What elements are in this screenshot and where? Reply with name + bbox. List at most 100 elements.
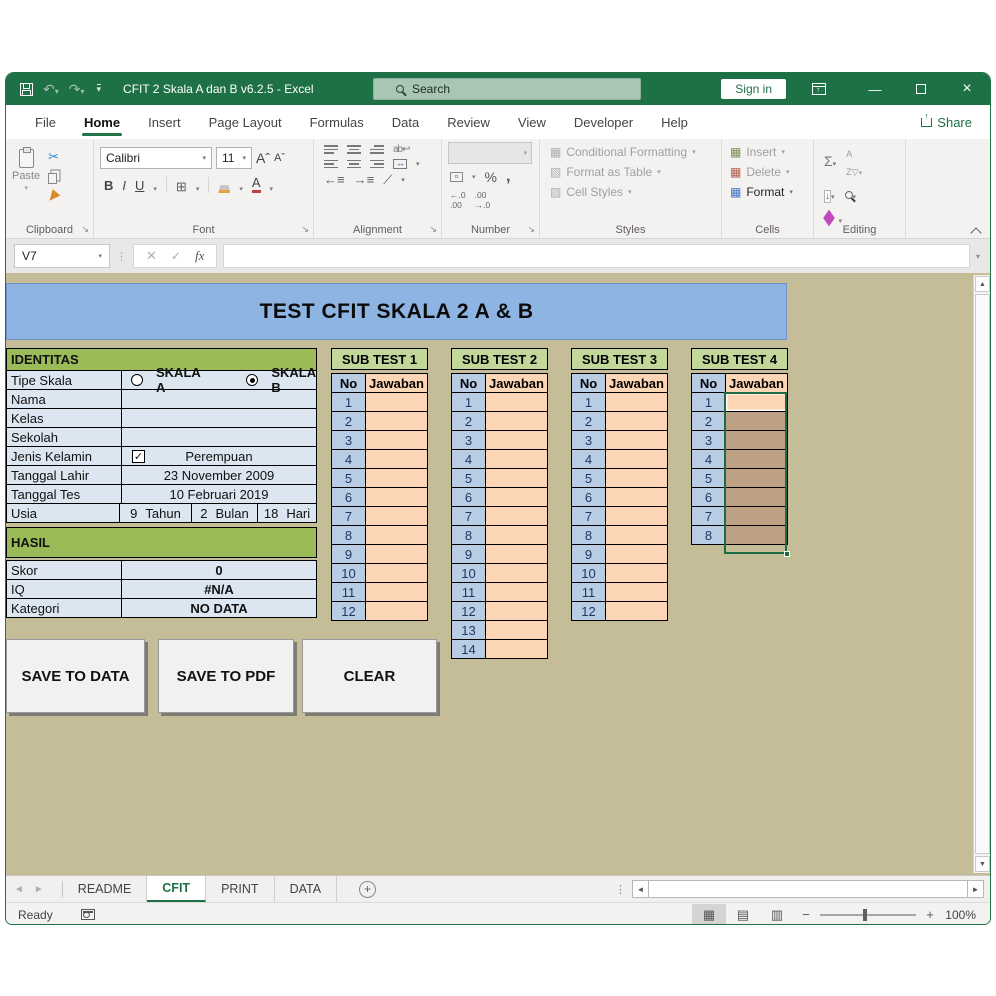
minimize-button[interactable]: — [852, 73, 898, 105]
identitas-value[interactable]: 9 Tahun 2 Bulan 18 Hari [120, 504, 316, 522]
expand-formula-bar-icon[interactable]: ▾ [976, 252, 982, 261]
share-button[interactable]: Share [921, 111, 972, 130]
answer-cell[interactable] [485, 620, 548, 640]
identitas-value[interactable]: 10 Februari 2019 [122, 485, 316, 503]
gender-checkbox[interactable]: ✓ [132, 449, 145, 463]
macro-record-icon[interactable] [80, 909, 95, 920]
identitas-value[interactable] [122, 409, 316, 427]
formula-bar-splitter[interactable]: ⋮ [116, 250, 127, 263]
borders-icon[interactable]: ⊞ [176, 180, 187, 193]
format-cells-button[interactable]: ▦ Format ▾ [730, 185, 807, 199]
answer-cell[interactable] [365, 392, 428, 412]
answer-cell[interactable] [485, 449, 548, 469]
answer-cell[interactable] [725, 449, 788, 469]
identitas-value[interactable]: ✓ Perempuan [122, 447, 316, 465]
normal-view-icon[interactable]: ▦ [692, 903, 726, 924]
font-color-icon[interactable]: A [251, 176, 261, 193]
merge-center-icon[interactable] [393, 158, 407, 169]
save-to-pdf-button[interactable]: SAVE TO PDF [158, 639, 294, 713]
align-center-icon[interactable] [347, 159, 361, 169]
comma-style-icon[interactable]: , [506, 169, 510, 185]
answer-cell[interactable] [605, 449, 668, 469]
ribbon-tab-data[interactable]: Data [378, 105, 433, 139]
fill-color-icon[interactable] [218, 185, 231, 193]
page-layout-view-icon[interactable]: ▤ [726, 904, 760, 925]
answer-cell[interactable] [725, 468, 788, 488]
clear-button[interactable]: CLEAR [302, 639, 437, 713]
decrease-font-icon[interactable]: Aˇ [274, 152, 285, 164]
radio-skala-a[interactable] [131, 374, 143, 386]
underline-button[interactable]: U [135, 178, 144, 193]
answer-cell[interactable] [365, 525, 428, 545]
increase-decimal-icon[interactable]: ←.0.00 [450, 190, 466, 210]
answer-cell[interactable] [605, 601, 668, 621]
zoom-slider[interactable] [820, 908, 916, 921]
answer-cell[interactable] [365, 468, 428, 488]
scroll-down-icon[interactable]: ▼ [975, 856, 990, 872]
answer-cell[interactable] [365, 506, 428, 526]
horizontal-scrollbar[interactable]: ◄ ► [632, 880, 984, 898]
fill-handle[interactable] [784, 551, 790, 557]
conditional-formatting-button[interactable]: ▦ Conditional Formatting ▾ [550, 145, 715, 159]
answer-cell[interactable] [605, 392, 668, 412]
identitas-value[interactable]: 23 November 2009 [122, 466, 316, 484]
undo-button[interactable]: ↶▾ [43, 82, 59, 97]
customize-toolbar-icon[interactable]: ▾ [96, 84, 102, 94]
ribbon-display-options-icon[interactable] [812, 83, 826, 95]
close-button[interactable]: × [944, 73, 990, 105]
increase-indent-icon[interactable]: →≡ [354, 173, 375, 186]
decrease-decimal-icon[interactable]: .00 →.0 [475, 190, 491, 210]
radio-skala-b[interactable] [246, 374, 259, 386]
answer-cell[interactable] [605, 544, 668, 564]
percent-style-icon[interactable]: % [485, 169, 497, 185]
answer-cell[interactable] [605, 525, 668, 545]
zoom-out-icon[interactable]: − [794, 907, 818, 922]
fill-button[interactable]: ↓▾ [824, 186, 835, 204]
orientation-icon[interactable]: ⟋ [383, 173, 392, 186]
sort-filter-button[interactable]: A Z▽▾ [846, 144, 862, 180]
cut-icon[interactable]: ✂ [48, 150, 59, 163]
cancel-icon[interactable]: ✕ [146, 248, 157, 264]
answer-cell[interactable] [485, 544, 548, 564]
answer-cell[interactable] [485, 563, 548, 583]
clipboard-dialog-launcher-icon[interactable]: ↘ [81, 224, 89, 235]
ribbon-tab-page-layout[interactable]: Page Layout [195, 105, 296, 139]
ribbon-tab-formulas[interactable]: Formulas [296, 105, 378, 139]
redo-button[interactable]: ↷▾ [69, 82, 85, 97]
ribbon-tab-developer[interactable]: Developer [560, 105, 647, 139]
accounting-format-icon[interactable]: ¤ [450, 172, 463, 182]
answer-cell[interactable] [605, 430, 668, 450]
enter-icon[interactable]: ✓ [171, 249, 181, 263]
vertical-scroll-thumb[interactable] [975, 294, 990, 854]
answer-cell[interactable] [365, 411, 428, 431]
alignment-dialog-launcher-icon[interactable]: ↘ [429, 224, 437, 235]
scroll-left-icon[interactable]: ◄ [632, 880, 649, 898]
answer-cell[interactable] [725, 525, 788, 545]
answer-cell[interactable] [725, 411, 788, 431]
answer-cell[interactable] [725, 487, 788, 507]
zoom-in-icon[interactable]: + [918, 907, 942, 922]
answer-cell[interactable] [365, 582, 428, 602]
answer-cell[interactable] [365, 430, 428, 450]
answer-cell[interactable] [365, 449, 428, 469]
answer-cell[interactable] [605, 487, 668, 507]
cell-styles-button[interactable]: ▨ Cell Styles ▾ [550, 185, 715, 199]
answer-cell[interactable] [365, 544, 428, 564]
format-painter-icon[interactable] [45, 189, 61, 204]
horizontal-scroll-track[interactable] [649, 880, 967, 898]
sheet-tab-readme[interactable]: README [63, 876, 148, 902]
answer-cell[interactable] [485, 601, 548, 621]
ribbon-tab-home[interactable]: Home [70, 105, 134, 139]
number-format-select[interactable]: ▾ [448, 142, 532, 164]
answer-cell[interactable] [725, 506, 788, 526]
save-to-data-button[interactable]: SAVE TO DATA [6, 639, 145, 713]
scroll-right-icon[interactable]: ► [967, 880, 984, 898]
identitas-value[interactable] [122, 428, 316, 446]
align-right-icon[interactable] [370, 159, 384, 169]
answer-cell[interactable] [725, 430, 788, 450]
tab-splitter[interactable]: ⋮ [615, 883, 626, 896]
name-box[interactable]: V7 ▾ [14, 244, 110, 268]
middle-align-icon[interactable] [347, 145, 361, 154]
collapse-ribbon-icon[interactable] [972, 226, 980, 234]
answer-cell[interactable] [485, 468, 548, 488]
